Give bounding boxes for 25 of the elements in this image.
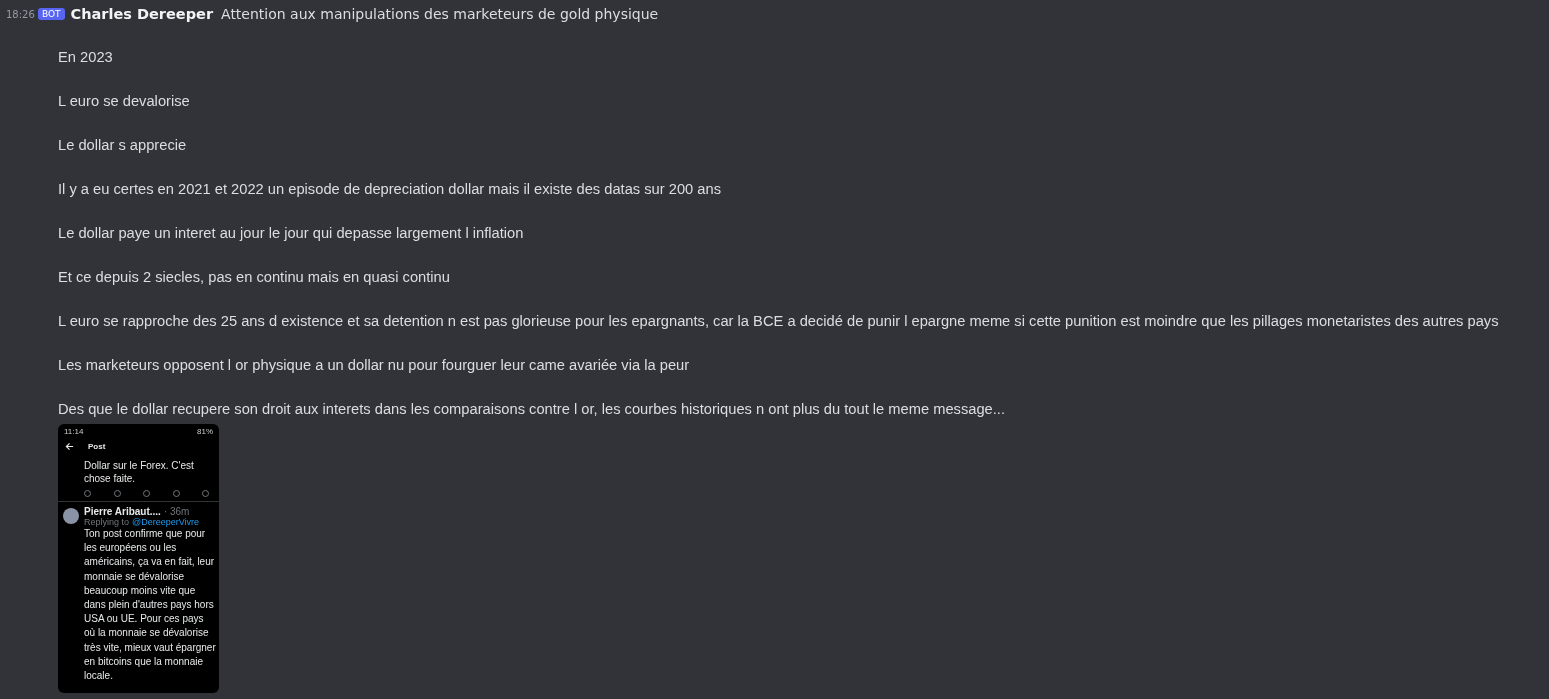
battery-level: 81% bbox=[197, 427, 213, 436]
message-text: Les marketeurs opposent l or physique a un dollar nu pour fourguer leur came avariée via la peur bbox=[58, 356, 691, 375]
message-text: Il y a eu certes en 2021 et 2022 un episode de depreciation dollar mais il existe des datas sur 200 ans bbox=[58, 180, 722, 199]
avatar bbox=[63, 508, 79, 524]
message-text: Attention aux manipulations des marketeurs de gold physique bbox=[221, 6, 659, 22]
reply-age: · 36m bbox=[163, 506, 190, 517]
message-text: Des que le dollar recupere son droit aux interets dans les comparaisons contre l or, les courbes historiques n ont plus du tout le meme message... bbox=[58, 400, 1007, 419]
message-text: L euro se devalorise bbox=[58, 92, 191, 111]
message-text: En 2023 bbox=[58, 48, 114, 67]
bot-badge: BOT bbox=[38, 8, 65, 20]
user-handle: @DereeperVivre bbox=[132, 517, 200, 527]
post-text: Dollar sur le Forex. C'est chose faite. bbox=[83, 459, 195, 485]
message-text: L euro se rapproche des 25 ans d existence et sa detention n est pas glorieuse pour les epargnants, car la BCE a decidé de punir l epargne meme si cette punition est moindre que les pillages monetaristes des autres pays bbox=[58, 312, 1500, 331]
message-text: Le dollar paye un interet au jour le jour qui depasse largement l inflation bbox=[58, 224, 525, 243]
reply-text: Ton post confirme que pour les européens ou les américains, ça va en fait, leur monnaie se dévalorise beaucoup moins vite que dans plein d'autres pays hors USA ou UE. Pour ces pays où la monnaie se dévalorise très vite, mieux vaut épargner en bitcoins que la monnaie locale. bbox=[84, 527, 216, 684]
author-name[interactable]: Charles Dereeper bbox=[70, 6, 214, 22]
back-arrow-icon[interactable] bbox=[65, 442, 74, 451]
reply-author: Pierre Aribaut.... bbox=[84, 506, 161, 517]
message-text: Et ce depuis 2 siecles, pas en continu mais en quasi continu bbox=[58, 268, 451, 287]
status-time: 11:14 bbox=[64, 427, 84, 436]
timestamp: 18:26 bbox=[5, 8, 36, 20]
image-attachment[interactable] bbox=[58, 424, 219, 694]
post-header: Post bbox=[88, 442, 106, 451]
message-text: Le dollar s apprecie bbox=[58, 136, 188, 155]
replying-label: Replying to bbox=[84, 517, 130, 527]
